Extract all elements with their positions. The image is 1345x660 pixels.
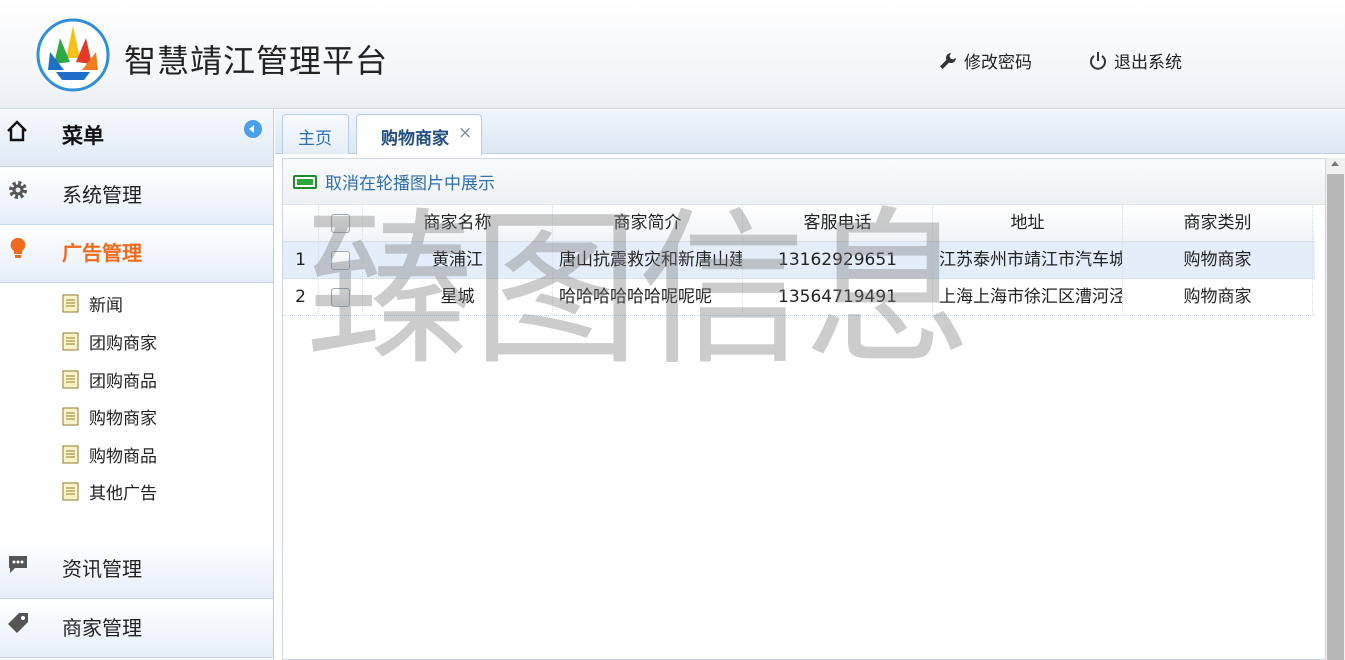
sidebar-group-system[interactable]: 系统管理 <box>0 167 273 225</box>
sidebar-item-news[interactable]: 新闻 <box>62 290 123 316</box>
merchant-intro-cell: 哈哈哈哈哈哈呢呢呢 <box>553 279 743 316</box>
row-number: 1 <box>283 242 319 279</box>
select-all-checkbox[interactable] <box>331 214 350 233</box>
vertical-scrollbar[interactable] <box>1326 158 1345 660</box>
minus-box-icon <box>293 174 317 189</box>
merchant-intro-cell: 唐山抗震救灾和新唐山建设 <box>553 242 743 279</box>
row-checkbox[interactable] <box>331 251 350 270</box>
tab-bar: 主页 购物商家 × <box>275 110 1345 155</box>
row-checkbox[interactable] <box>331 288 350 307</box>
wrench-icon <box>940 52 956 69</box>
sidebar-item-label: 团购商品 <box>89 371 157 392</box>
app-header: 智慧靖江管理平台 修改密码 退出系统 <box>0 0 1345 109</box>
home-icon <box>7 120 27 142</box>
select-all-cell <box>319 205 363 242</box>
tab-label: 主页 <box>298 129 332 149</box>
app-title: 智慧靖江管理平台 <box>124 42 389 80</box>
sidebar-item-group-product[interactable]: 团购商品 <box>62 366 157 392</box>
service-phone-cell: 13162929651 <box>743 242 933 279</box>
tag-icon <box>8 613 28 633</box>
row-number: 2 <box>283 279 319 316</box>
lightbulb-icon <box>10 237 26 258</box>
menu-header: 菜单 <box>0 110 273 167</box>
sidebar-group-label: 资讯管理 <box>62 557 142 581</box>
address-cell: 上海上海市徐汇区漕河泾 <box>933 279 1123 316</box>
sidebar-item-label: 新闻 <box>89 295 123 316</box>
sidebar-item-shop-product[interactable]: 购物商品 <box>62 441 157 467</box>
sidebar-item-label: 购物商家 <box>89 408 157 429</box>
sidebar-item-shop-merchant[interactable]: 购物商家 <box>62 403 157 429</box>
document-icon <box>62 294 79 312</box>
sidebar-item-other-ads[interactable]: 其他广告 <box>62 478 157 504</box>
sidebar-item-label: 其他广告 <box>89 483 157 504</box>
cancel-carousel-label: 取消在轮播图片中展示 <box>325 174 495 194</box>
column-header[interactable]: 商家类别 <box>1123 205 1313 242</box>
sidebar-item-label: 购物商品 <box>89 446 157 467</box>
table-row[interactable]: 2 星城 哈哈哈哈哈哈呢呢呢 13564719491 上海上海市徐汇区漕河泾 购… <box>283 279 1315 316</box>
row-select-cell <box>319 279 363 316</box>
column-header[interactable]: 地址 <box>933 205 1123 242</box>
scroll-thumb[interactable] <box>1327 174 1344 660</box>
document-icon <box>62 445 79 463</box>
sidebar: 菜单 系统管理 广告管理 新闻 团购商家 团购商品 购物商家 购物商品 其他广告… <box>0 110 274 660</box>
tab-shop-merchant[interactable]: 购物商家 × <box>356 114 482 155</box>
chat-icon <box>9 556 27 573</box>
grid-toolbar: 取消在轮播图片中展示 <box>283 159 1325 205</box>
sidebar-group-label: 商家管理 <box>62 616 142 640</box>
document-icon <box>62 332 79 350</box>
close-icon[interactable]: × <box>458 123 472 143</box>
merchant-name-cell: 黄浦江 <box>363 242 553 279</box>
logout-link[interactable]: 退出系统 <box>1088 48 1182 73</box>
sidebar-group-label: 广告管理 <box>62 241 142 265</box>
change-password-link[interactable]: 修改密码 <box>938 48 1032 73</box>
row-number-header <box>283 205 319 242</box>
document-icon <box>62 407 79 425</box>
address-cell: 江苏泰州市靖江市汽车城 <box>933 242 1123 279</box>
service-phone-cell: 13564719491 <box>743 279 933 316</box>
sidebar-group-ads[interactable]: 广告管理 <box>0 225 273 283</box>
power-icon <box>1090 51 1106 70</box>
column-header[interactable]: 商家名称 <box>363 205 553 242</box>
table-row[interactable]: 1 黄浦江 唐山抗震救灾和新唐山建设 13162929651 江苏泰州市靖江市汽… <box>283 242 1315 279</box>
change-password-label: 修改密码 <box>964 53 1032 73</box>
logout-label: 退出系统 <box>1114 53 1182 73</box>
merchant-category-cell: 购物商家 <box>1123 242 1313 279</box>
menu-title: 菜单 <box>62 124 104 148</box>
content-panel: 取消在轮播图片中展示 商家名称 商家简介 客服电话 地址 商家类别 1 黄浦江 … <box>282 158 1326 660</box>
sidebar-item-group-merchant[interactable]: 团购商家 <box>62 328 157 354</box>
sidebar-group-label: 系统管理 <box>62 183 142 207</box>
sidebar-group-merchant[interactable]: 商家管理 <box>0 600 273 658</box>
column-header[interactable]: 商家简介 <box>553 205 743 242</box>
merchant-category-cell: 购物商家 <box>1123 279 1313 316</box>
collapse-sidebar-icon[interactable] <box>244 120 262 138</box>
sidebar-group-news-info[interactable]: 资讯管理 <box>0 541 273 599</box>
app-logo-icon <box>36 18 110 92</box>
cancel-carousel-button[interactable]: 取消在轮播图片中展示 <box>293 169 495 194</box>
grid-header-row: 商家名称 商家简介 客服电话 地址 商家类别 <box>283 205 1315 242</box>
row-select-cell <box>319 242 363 279</box>
tab-label: 购物商家 <box>381 129 449 149</box>
document-icon <box>62 482 79 500</box>
gear-icon <box>9 181 27 199</box>
document-icon <box>62 370 79 388</box>
column-header[interactable]: 客服电话 <box>743 205 933 242</box>
scroll-up-icon[interactable] <box>1331 161 1339 166</box>
tab-home[interactable]: 主页 <box>282 114 349 154</box>
sidebar-item-label: 团购商家 <box>89 333 157 354</box>
merchant-name-cell: 星城 <box>363 279 553 316</box>
